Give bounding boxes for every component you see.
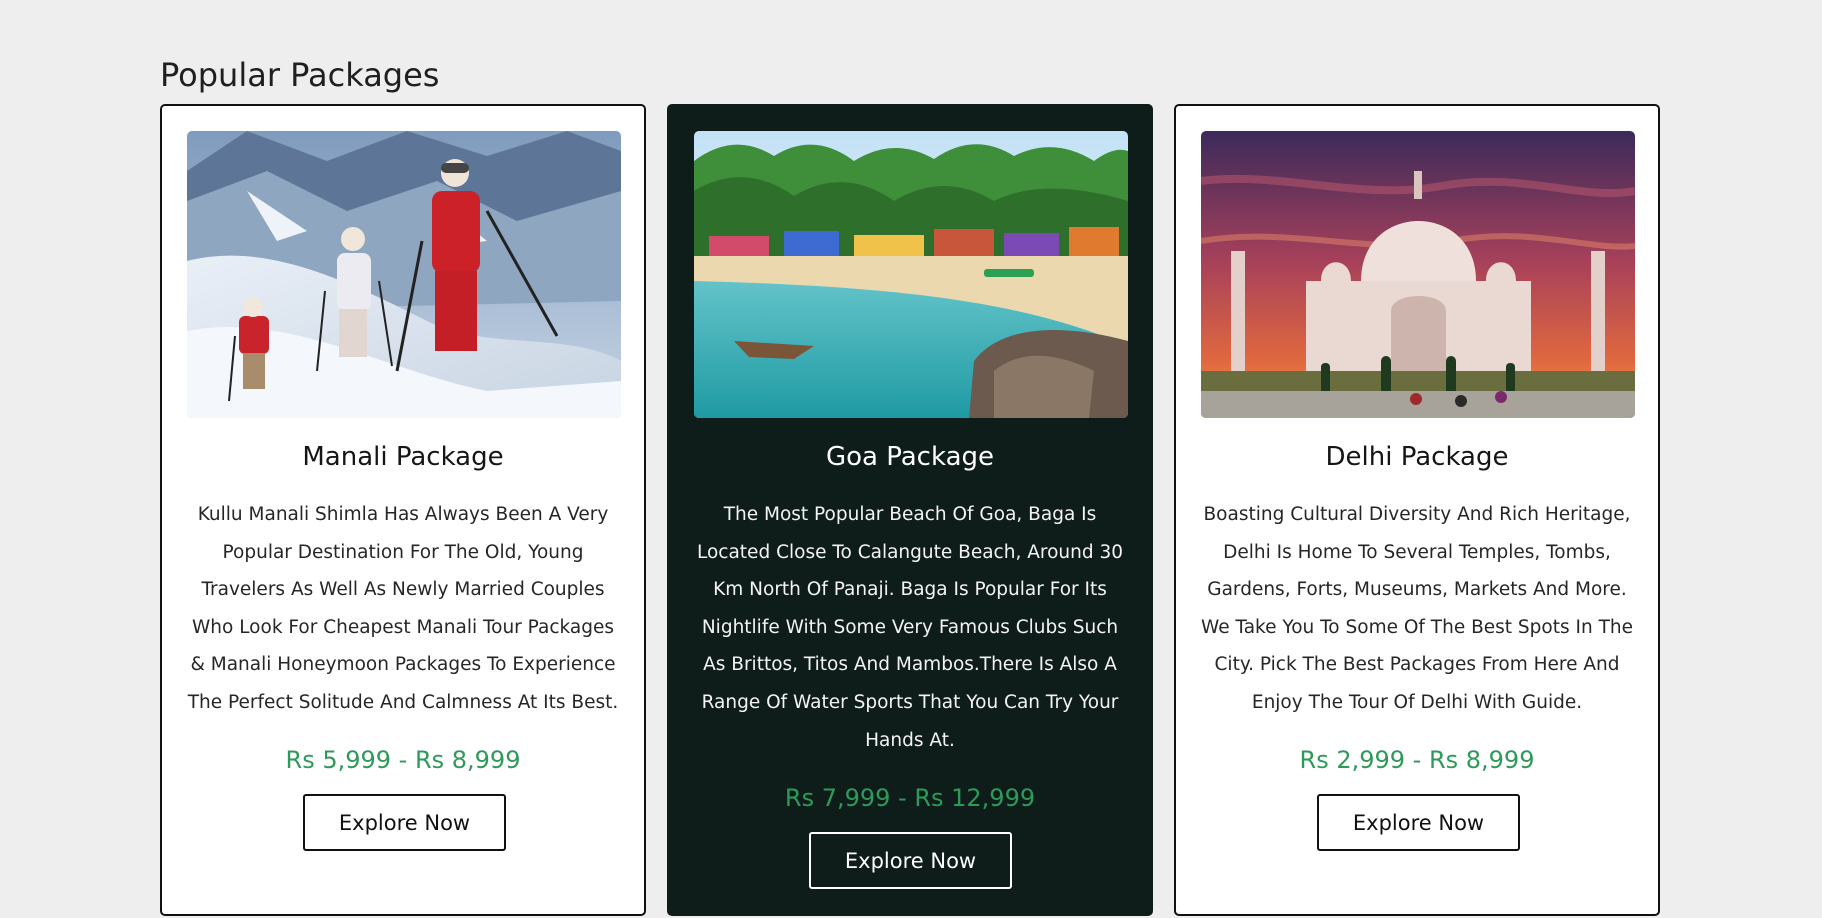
package-price: Rs 7,999 - Rs 12,999: [784, 784, 1036, 812]
package-price: Rs 2,999 - Rs 8,999: [1299, 746, 1535, 774]
explore-now-button[interactable]: Explore Now: [1317, 794, 1520, 851]
manali-package-image: [187, 131, 621, 418]
explore-now-button[interactable]: Explore Now: [809, 832, 1012, 889]
package-description: The Most Popular Beach Of Goa, Baga Is L…: [697, 504, 1123, 751]
package-card-goa: Goa Package The Most Popular Beach Of Go…: [667, 104, 1153, 916]
package-card-list: Manali Package Kullu Manali Shimla Has A…: [160, 104, 1662, 918]
package-title: Goa Package: [825, 442, 995, 472]
package-title: Manali Package: [302, 442, 504, 472]
package-description: Boasting Cultural Diversity And Rich Her…: [1201, 504, 1633, 713]
package-title: Delhi Package: [1325, 442, 1509, 472]
package-price: Rs 5,999 - Rs 8,999: [285, 746, 521, 774]
package-card-delhi: Delhi Package Boasting Cultural Diversit…: [1174, 104, 1660, 916]
explore-now-button[interactable]: Explore Now: [303, 794, 506, 851]
section-title: Popular Packages: [160, 56, 440, 94]
goa-package-image: [694, 131, 1128, 418]
delhi-package-image: [1201, 131, 1635, 418]
package-description: Kullu Manali Shimla Has Always Been A Ve…: [187, 504, 619, 713]
package-card-manali: Manali Package Kullu Manali Shimla Has A…: [160, 104, 646, 916]
